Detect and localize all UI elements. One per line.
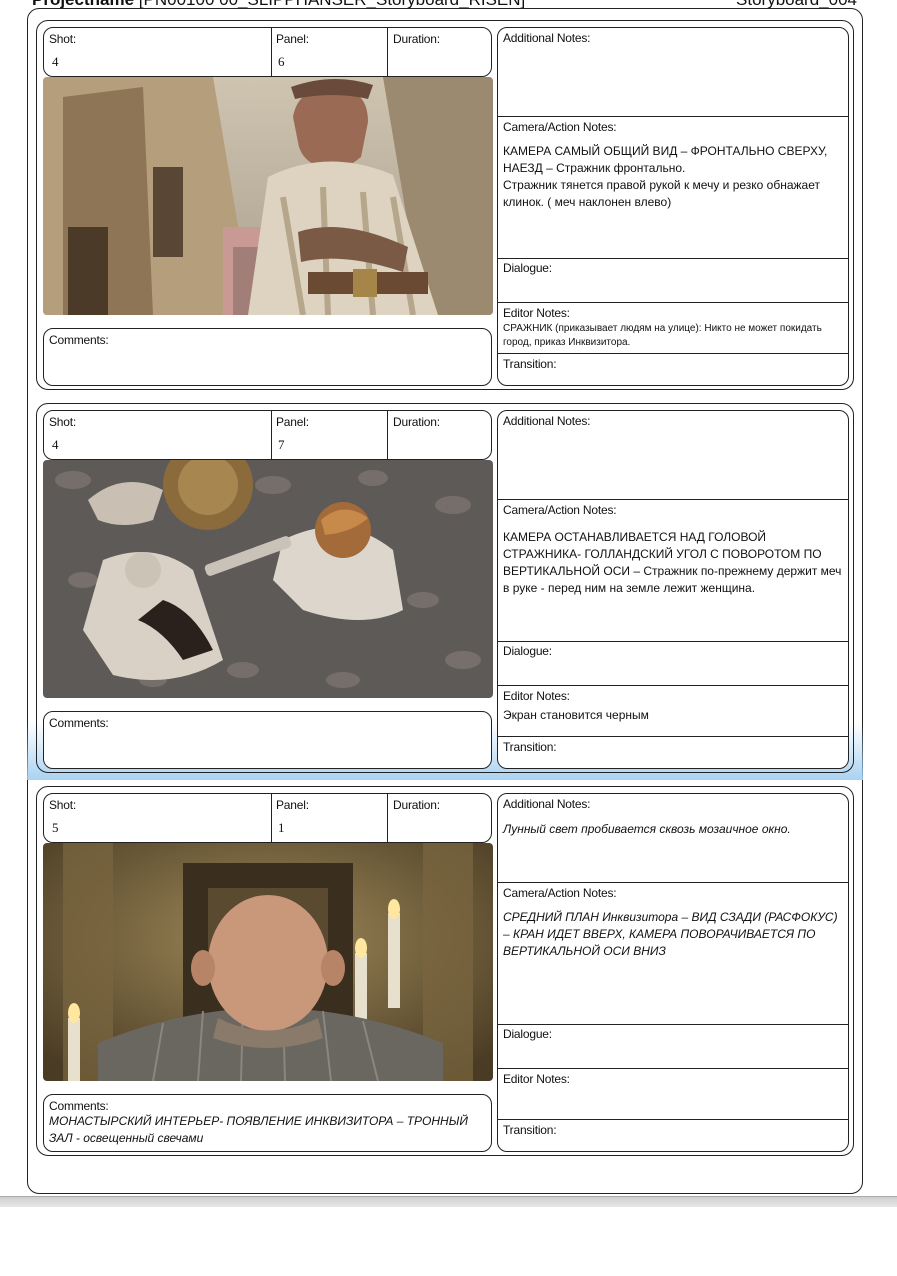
comments-text: МОНАСТЫРСКИЙ ИНТЕРЬЕР- ПОЯВЛЕНИЕ ИНКВИЗИ…	[49, 1114, 468, 1145]
overhead-street-illustration	[43, 460, 493, 698]
camera-notes-text[interactable]: КАМЕРА ОСТАНАВЛИВАЕТСЯ НАД ГОЛОВОЙ СТРАЖ…	[503, 529, 844, 597]
comments-box[interactable]: Comments:	[43, 711, 492, 769]
editor-notes-label: Editor Notes:	[503, 1072, 570, 1086]
comments-box[interactable]: Comments:	[43, 328, 492, 386]
dialogue-label: Dialogue:	[503, 1027, 552, 1041]
additional-notes-text[interactable]: Лунный свет пробивается сквозь мозаичное…	[503, 821, 844, 838]
comments-label: Comments:	[49, 333, 109, 347]
shot-label: Shot:	[49, 32, 77, 46]
camera-notes-label: Camera/Action Notes:	[503, 886, 617, 900]
guard-illustration	[43, 77, 493, 315]
dialogue-label: Dialogue:	[503, 644, 552, 658]
dialogue-label: Dialogue:	[503, 261, 552, 275]
duration-label: Duration:	[393, 415, 440, 429]
camera-notes-text[interactable]: СРЕДНИЙ ПЛАН Инквизитора – ВИД СЗАДИ (РА…	[503, 909, 844, 960]
comments-label: Comments:	[49, 1099, 109, 1113]
shot-label: Shot:	[49, 798, 77, 812]
duration-label: Duration:	[393, 798, 440, 812]
editor-notes-label: Editor Notes:	[503, 306, 570, 320]
additional-notes-label: Additional Notes:	[503, 797, 591, 811]
panel-label: Panel:	[276, 798, 309, 812]
additional-notes-label: Additional Notes:	[503, 31, 591, 45]
shot-info-box: Shot: 4 Panel: 7 Duration:	[43, 410, 492, 460]
shot-value[interactable]: 4	[52, 437, 59, 453]
notes-column: Additional Notes: Лунный свет пробиваетс…	[497, 793, 849, 1152]
comments-box[interactable]: Comments: МОНАСТЫРСКИЙ ИНТЕРЬЕР- ПОЯВЛЕН…	[43, 1094, 492, 1152]
shot-info-box: Shot: 4 Panel: 6 Duration:	[43, 27, 492, 77]
shot-info-box: Shot: 5 Panel: 1 Duration:	[43, 793, 492, 843]
duration-label: Duration:	[393, 32, 440, 46]
panel-label: Panel:	[276, 415, 309, 429]
camera-notes-text[interactable]: КАМЕРА САМЫЙ ОБЩИЙ ВИД – ФРОНТАЛЬНО СВЕР…	[503, 143, 844, 211]
storyboard-panel-2[interactable]: Shot: 4 Panel: 7 Duration: Comments: Add…	[36, 403, 854, 773]
notes-column: Additional Notes: Camera/Action Notes: К…	[497, 410, 849, 769]
editor-notes-text[interactable]: Экран становится черным	[503, 707, 844, 724]
notes-column: Additional Notes: Camera/Action Notes: К…	[497, 27, 849, 386]
transition-label: Transition:	[503, 357, 557, 371]
panel-value[interactable]: 6	[278, 54, 285, 70]
panel-value[interactable]: 1	[278, 820, 285, 836]
editor-notes-label: Editor Notes:	[503, 689, 570, 703]
transition-label: Transition:	[503, 740, 557, 754]
transition-label: Transition:	[503, 1123, 557, 1137]
additional-notes-label: Additional Notes:	[503, 414, 591, 428]
camera-notes-label: Camera/Action Notes:	[503, 503, 617, 517]
comments-label: Comments:	[49, 716, 109, 730]
shot-value[interactable]: 5	[52, 820, 59, 836]
editor-notes-text[interactable]: СРАЖНИК (приказывает людям на улице): Ни…	[503, 322, 844, 350]
inquisitor-illustration	[43, 843, 493, 1081]
shot-label: Shot:	[49, 415, 77, 429]
camera-notes-label: Camera/Action Notes:	[503, 120, 617, 134]
storyboard-panel-3[interactable]: Shot: 5 Panel: 1 Duration: Comments: МОН…	[36, 786, 854, 1156]
panel-label: Panel:	[276, 32, 309, 46]
panel-value[interactable]: 7	[278, 437, 285, 453]
storyboard-panel-1[interactable]: Shot: 4 Panel: 6 Duration: Comments: Add…	[36, 20, 854, 390]
shot-value[interactable]: 4	[52, 54, 59, 70]
page-bottom-edge	[0, 1196, 897, 1207]
